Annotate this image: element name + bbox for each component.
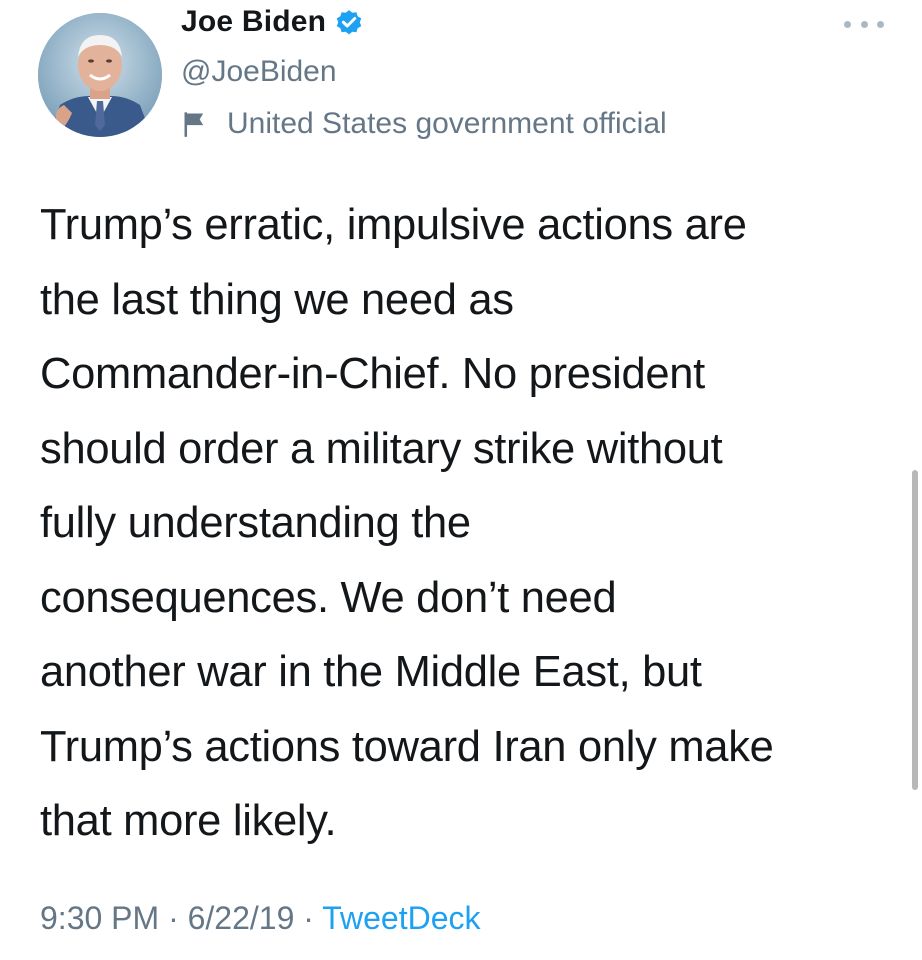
more-options-icon[interactable] [844, 18, 884, 30]
tweet-time[interactable]: 9:30 PM [40, 900, 159, 936]
tweet-date[interactable]: 6/22/19 [188, 900, 295, 936]
tweet-text-line: consequences. We don’t need [40, 573, 617, 622]
tweet-meta: 9:30 PM · 6/22/19 · TweetDeck [40, 900, 481, 937]
scrollbar[interactable] [912, 470, 918, 790]
verified-badge-icon [334, 7, 364, 37]
tweet-text-line: Commander-in-Chief. No president [40, 350, 705, 398]
tweet-source-link[interactable]: TweetDeck [322, 900, 480, 936]
tweet-text-line: Trump’s erratic, impulsive actions are [40, 201, 747, 249]
more-dot [860, 20, 868, 28]
more-dot [844, 20, 851, 28]
tweet-text-line: should order a military strike without [40, 424, 723, 473]
author-name[interactable]: Joe Biden [181, 5, 326, 39]
tweet: Joe Biden @JoeBiden United States govern… [0, 0, 922, 960]
meta-separator: · [159, 900, 188, 936]
avatar[interactable] [38, 13, 162, 137]
name-row: Joe Biden [181, 2, 667, 42]
tweet-text-line: the last thing we need as [40, 275, 514, 324]
author-handle[interactable]: @JoeBiden [181, 52, 667, 92]
tweet-text-line: Trump’s actions toward Iran only make [40, 722, 774, 771]
tweet-text: Trump’s erratic, impulsive actions are t… [40, 188, 890, 859]
tweet-text-line: fully understanding the [40, 499, 471, 547]
more-dot [877, 20, 884, 28]
meta-separator: · [294, 900, 323, 936]
government-label-text: United States government official [227, 107, 667, 140]
tweet-header: Joe Biden @JoeBiden United States govern… [181, 2, 667, 144]
flag-icon [181, 110, 209, 138]
government-label: United States government official [181, 104, 667, 144]
tweet-text-line: that more likely. [40, 797, 337, 845]
tweet-text-line: another war in the Middle East, but [40, 648, 702, 696]
